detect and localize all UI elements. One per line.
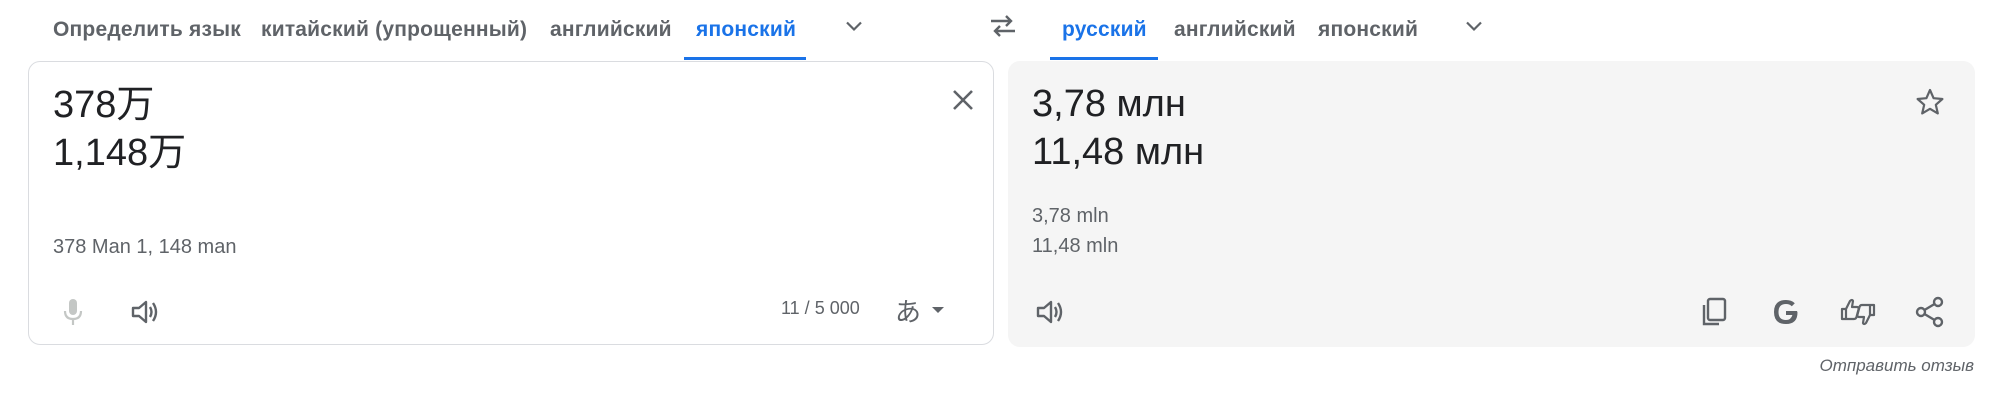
tab-russian-target[interactable]: русский <box>1050 0 1158 60</box>
ime-hiragana-icon: あ <box>895 296 922 327</box>
target-more-languages-button[interactable] <box>1448 0 1500 52</box>
share-translation-button[interactable] <box>1904 286 1956 338</box>
character-count: 11 / 5 000 <box>781 298 860 318</box>
close-icon <box>953 90 973 110</box>
tab-label: английский <box>1174 18 1296 41</box>
tab-english-source[interactable]: английский <box>538 0 684 60</box>
clear-source-button[interactable] <box>937 74 989 126</box>
source-text-line-2[interactable]: 1,148万 <box>53 129 186 177</box>
caret-down-icon <box>932 307 945 313</box>
chevron-down-icon <box>1466 21 1482 32</box>
tab-japanese-source[interactable]: японский <box>684 0 806 60</box>
tab-japanese-target[interactable]: японский <box>1306 0 1430 60</box>
save-translation-button[interactable] <box>1904 76 1956 128</box>
tab-label: английский <box>550 18 672 41</box>
tab-chinese-simplified[interactable]: китайский (упрощенный) <box>249 0 539 60</box>
tab-label: русский <box>1062 18 1147 41</box>
chevron-down-icon <box>846 21 862 32</box>
tab-label: японский <box>1318 18 1419 41</box>
microphone-icon <box>63 299 83 325</box>
input-tools-button[interactable]: あ <box>895 288 965 332</box>
copy-icon <box>1702 297 1727 326</box>
tab-detect-language[interactable]: Определить язык <box>41 0 253 60</box>
star-icon <box>1916 88 1944 115</box>
google-icon <box>1774 300 1798 324</box>
tab-label: Определить язык <box>53 18 241 41</box>
source-panel: 378万 1,148万 378 Man 1, 148 man 11 / 5 00… <box>28 61 994 345</box>
tab-english-target[interactable]: английский <box>1162 0 1308 60</box>
listen-source-button[interactable] <box>119 286 171 338</box>
listen-translation-button[interactable] <box>1024 286 1076 338</box>
speaker-icon <box>1036 300 1063 324</box>
voice-input-button[interactable] <box>47 286 99 338</box>
translation-transliteration-1: 3,78 mln <box>1032 205 1109 227</box>
rate-translation-button[interactable] <box>1832 286 1884 338</box>
speaker-icon <box>131 300 158 324</box>
tab-label: японский <box>696 18 797 41</box>
source-text-line-1[interactable]: 378万 <box>53 81 154 129</box>
translation-transliteration-2: 11,48 mln <box>1032 235 1119 257</box>
google-search-button[interactable] <box>1760 286 1812 338</box>
source-transliteration: 378 Man 1, 148 man <box>53 236 237 258</box>
swap-icon <box>991 15 1015 37</box>
translation-line-2: 11,48 млн <box>1032 131 1205 173</box>
copy-translation-button[interactable] <box>1688 286 1740 338</box>
translation-line-1: 3,78 млн <box>1032 83 1186 125</box>
send-feedback-link[interactable]: Отправить отзыв <box>1819 356 1974 376</box>
share-icon <box>1915 296 1944 328</box>
translation-panel: 3,78 млн 11,48 млн 3,78 mln 11,48 mln <box>1008 61 1975 347</box>
rate-icon <box>1840 298 1876 326</box>
tab-label: китайский (упрощенный) <box>261 18 528 41</box>
swap-languages-button[interactable] <box>977 0 1029 52</box>
source-more-languages-button[interactable] <box>828 0 880 52</box>
